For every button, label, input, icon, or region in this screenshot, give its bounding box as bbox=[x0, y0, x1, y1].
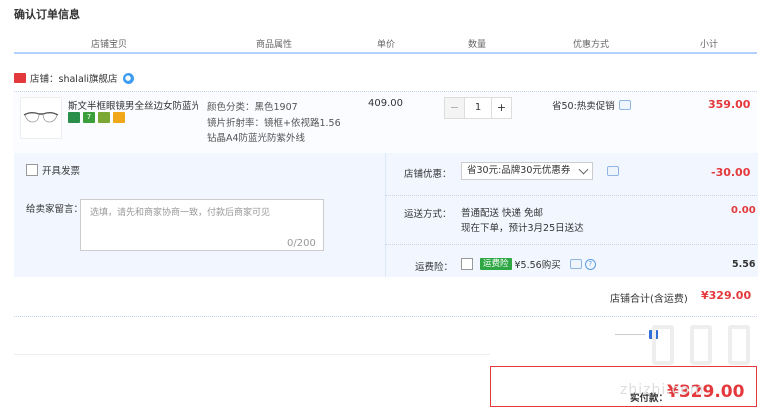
shop-label: 店铺： bbox=[30, 74, 59, 85]
column-header-attributes: 商品属性 bbox=[256, 40, 293, 50]
shop-total-value: ¥329.00 bbox=[701, 289, 752, 302]
promotion: 省50:热卖促销 bbox=[552, 98, 631, 112]
quantity-minus-button[interactable]: − bbox=[444, 97, 464, 119]
help-icon[interactable]: ? bbox=[584, 258, 596, 270]
attr-color: 颜色分类：黑色1907 bbox=[207, 102, 298, 113]
divider bbox=[385, 244, 757, 245]
insurance-label: 运费险： bbox=[415, 262, 454, 273]
service-icon bbox=[68, 112, 80, 123]
quantity-plus-button[interactable]: + bbox=[492, 97, 512, 119]
insurance-option[interactable]: 运费险 ¥5.56购买 ? bbox=[461, 257, 596, 271]
watermark-text: zhizhi.com bbox=[620, 382, 705, 398]
watermark-logo bbox=[652, 325, 674, 365]
column-header-promotion: 优惠方式 bbox=[573, 40, 610, 50]
invoice-option[interactable]: 开具发票 bbox=[26, 163, 80, 177]
watermark-logo bbox=[690, 325, 712, 365]
divider bbox=[615, 334, 645, 335]
shop-name-link[interactable]: shalali旗舰店 bbox=[59, 71, 118, 85]
product-thumbnail[interactable] bbox=[20, 97, 62, 139]
shipping-value: 0.00 bbox=[731, 205, 756, 216]
attr-lens-detail: 钻晶A4防蓝光防紫外线 bbox=[207, 133, 306, 144]
service-icons: 7 bbox=[68, 112, 125, 123]
column-header-price: 单价 bbox=[377, 40, 396, 50]
message-char-count: 0/200 bbox=[287, 238, 316, 249]
column-header-quantity: 数量 bbox=[468, 40, 487, 50]
shop-discount-select[interactable]: 省30元:品牌30元优惠券 bbox=[461, 162, 593, 180]
quantity-input[interactable]: 1 bbox=[464, 97, 492, 119]
divider bbox=[385, 195, 757, 196]
comment-icon[interactable] bbox=[607, 166, 619, 176]
insurance-value: 5.56 bbox=[732, 259, 756, 270]
shipping-method: 普通配送 快递 免邮 bbox=[461, 208, 544, 219]
product-title-link[interactable]: 斯文半框眼镜男全丝边女防蓝光... bbox=[68, 98, 198, 112]
shop-row: 店铺： shalali旗舰店 ● bbox=[14, 70, 134, 86]
credit-card-icon bbox=[113, 112, 125, 123]
message-placeholder: 选填，请先和商家协商一致，付款后商家可见 bbox=[90, 208, 271, 218]
message-label: 给卖家留言： bbox=[26, 204, 84, 215]
shop-total-label: 店铺合计(含运费) bbox=[610, 294, 688, 305]
insurance-checkbox[interactable] bbox=[461, 258, 473, 270]
column-header-row: 店铺宝贝 商品属性 单价 数量 优惠方式 小计 bbox=[14, 34, 757, 54]
chat-icon[interactable]: ● bbox=[122, 72, 134, 84]
insurance-tag: 运费险 bbox=[480, 258, 512, 270]
comment-icon[interactable] bbox=[569, 259, 582, 269]
divider bbox=[14, 354, 490, 355]
seven-day-return-icon: 7 bbox=[83, 112, 95, 123]
tmall-badge-icon bbox=[14, 73, 26, 83]
invoice-label: 开具发票 bbox=[42, 166, 81, 177]
shop-discount-label: 店铺优惠： bbox=[404, 169, 452, 180]
unit-price: 409.00 bbox=[368, 98, 403, 109]
watermark-logo bbox=[728, 325, 750, 365]
shipping-eta: 现在下单，预计3月25日送达 bbox=[461, 223, 584, 234]
column-header-item: 店铺宝贝 bbox=[91, 40, 128, 50]
quantity-stepper: − 1 + bbox=[444, 97, 512, 119]
guarantee-icon bbox=[98, 112, 110, 123]
insurance-price-text: ¥5.56购买 bbox=[514, 260, 561, 271]
column-header-subtotal: 小计 bbox=[700, 40, 719, 50]
comment-icon[interactable] bbox=[618, 100, 631, 110]
divider bbox=[14, 316, 757, 317]
shop-discount-value: -30.00 bbox=[711, 166, 751, 179]
attr-lens: 镜片折射率：镜框+依视路1.56 bbox=[207, 118, 341, 129]
item-subtotal: 359.00 bbox=[708, 98, 751, 111]
page-title: 确认订单信息 bbox=[14, 8, 80, 21]
invoice-checkbox[interactable] bbox=[26, 164, 38, 176]
chevron-down-icon bbox=[578, 164, 589, 175]
promotion-text: 省50:热卖促销 bbox=[552, 101, 615, 112]
shipping-label: 运送方式： bbox=[404, 209, 452, 220]
shop-discount-selected: 省30元:品牌30元优惠券 bbox=[467, 165, 571, 176]
